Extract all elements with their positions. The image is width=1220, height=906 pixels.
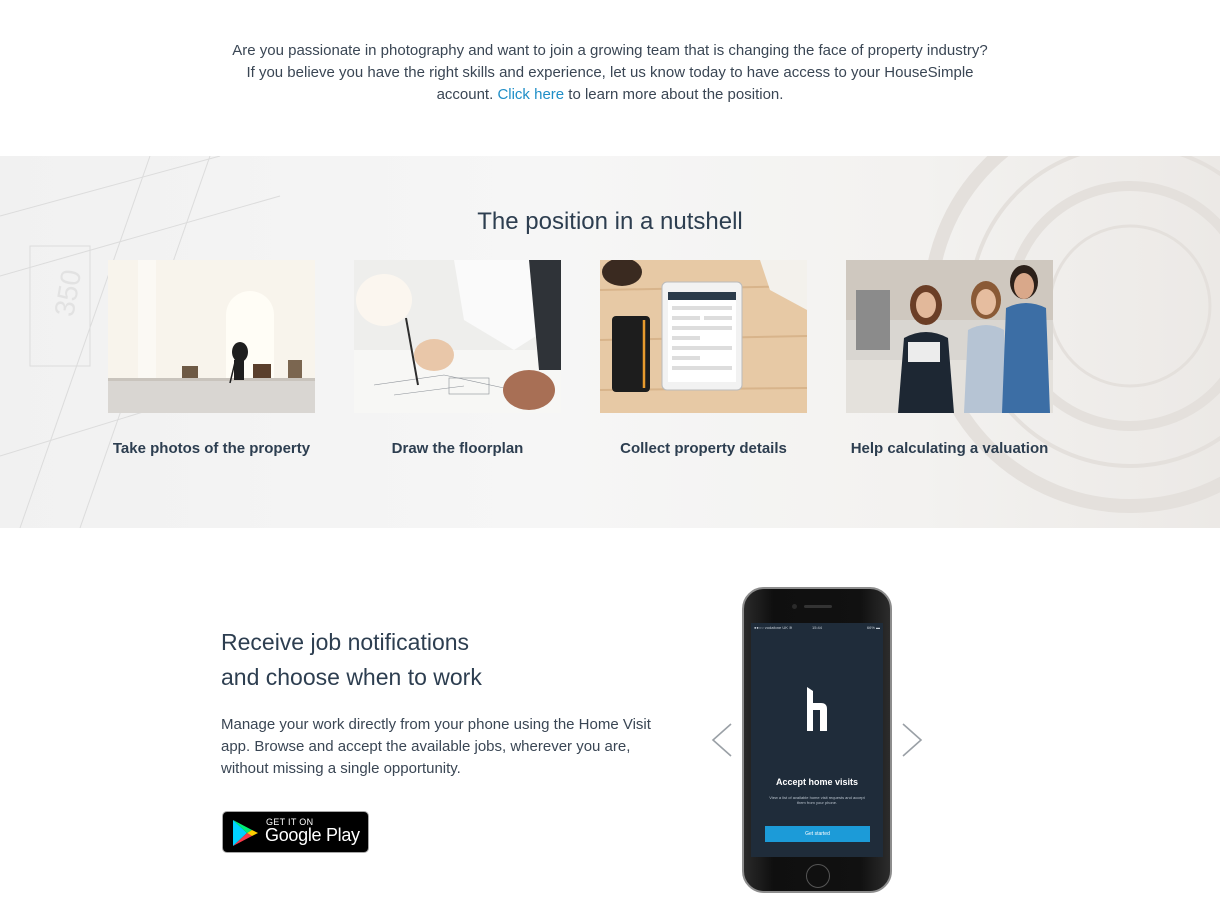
get-started-button[interactable]: Get started	[765, 826, 870, 842]
agent-and-couple-image	[846, 260, 1053, 413]
google-play-badge-button[interactable]: GET IT ON Google Play	[222, 811, 369, 853]
status-time: 15:44	[812, 625, 823, 630]
app-heading-line-1: Receive job notifications	[221, 629, 470, 655]
phone-home-button	[806, 864, 830, 888]
app-section: Receive job notifications and choose whe…	[0, 528, 1220, 906]
status-battery: 66% ▬	[866, 625, 880, 630]
intro-line-3-start: account.	[436, 86, 498, 103]
card-collect-details: Collect property details	[600, 260, 807, 457]
card-caption: Help calculating a valuation	[850, 440, 1049, 457]
app-heading-line-2: and choose when to work	[221, 664, 482, 690]
intro-line-1: Are you passionate in photography and wa…	[232, 42, 988, 59]
phone-screen: ●●○○ vodafone UK ≋ 15:44 66% ▬ Accept ho…	[751, 623, 883, 857]
drawing-floorplan-image	[354, 260, 561, 413]
click-here-link[interactable]: Click here	[497, 86, 564, 103]
badge-store-name: Google Play	[265, 825, 360, 845]
housesimple-logo-icon	[807, 687, 827, 731]
phone-camera	[792, 604, 797, 609]
card-caption: Draw the floorplan	[391, 440, 524, 457]
card-valuation: Help calculating a valuation	[846, 260, 1053, 457]
google-play-icon	[233, 820, 258, 846]
phone-status-bar: ●●○○ vodafone UK ≋ 15:44 66% ▬	[754, 625, 880, 631]
app-description: Manage your work directly from your phon…	[221, 716, 651, 777]
card-take-photos: Take photos of the property	[108, 260, 315, 457]
phone-screen-subtitle: View a list of available home visit requ…	[769, 795, 865, 805]
card-caption: Collect property details	[620, 440, 787, 457]
phone-screen-title: Accept home visits	[775, 777, 859, 787]
svg-text:350: 350	[48, 267, 87, 318]
nutshell-title: The position in a nutshell	[477, 208, 743, 235]
intro-line-3-end: to learn more about the position.	[564, 86, 784, 103]
intro-line-2: If you believe you have the right skills…	[246, 64, 974, 81]
phone-mockup: ●●○○ vodafone UK ≋ 15:44 66% ▬ Accept ho…	[742, 587, 892, 893]
phone-speaker	[804, 605, 832, 608]
nutshell-section: 350 The position in a nutshell Take phot…	[0, 156, 1220, 528]
carousel-prev-arrow-icon[interactable]	[709, 722, 735, 758]
card-draw-floorplan: Draw the floorplan	[354, 260, 561, 457]
card-caption: Take photos of the property	[112, 440, 311, 457]
carousel-next-arrow-icon[interactable]	[899, 722, 925, 758]
intro-line-3: account. Click here to learn more about …	[0, 84, 1220, 106]
intro-section: Are you passionate in photography and wa…	[0, 0, 1220, 156]
tablet-form-image	[600, 260, 807, 413]
photographer-room-image	[108, 260, 315, 413]
status-carrier: ●●○○ vodafone UK ≋	[754, 625, 793, 630]
